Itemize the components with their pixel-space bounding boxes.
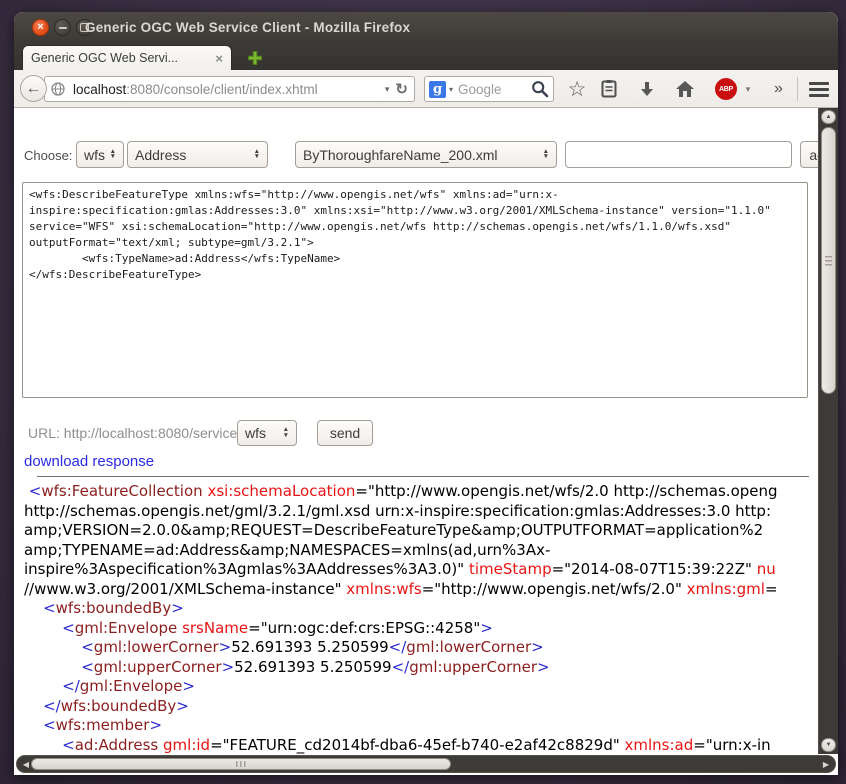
spinner-icon: ▲▼ bbox=[110, 150, 116, 160]
custom-request-input[interactable] bbox=[565, 141, 792, 168]
example-file-select[interactable]: ByThoroughfareName_200.xml ▲▼ bbox=[295, 141, 557, 168]
toolbar-separator bbox=[797, 77, 798, 101]
xml-line: //www.w3.org/2001/XMLSchema-instance" xm… bbox=[24, 580, 818, 600]
vertical-scrollbar-thumb[interactable] bbox=[821, 127, 836, 394]
home-icon[interactable] bbox=[673, 78, 697, 100]
page-content: Choose: wfs ▲▼ Address ▲▼ ByThoroughfare… bbox=[14, 108, 838, 775]
desktop-background: × Generic OGC Web Service Client - Mozil… bbox=[0, 0, 846, 784]
bookmark-star-icon[interactable]: ☆ bbox=[565, 78, 589, 100]
request-xml-textarea[interactable]: <wfs:DescribeFeatureType xmlns:wfs="http… bbox=[22, 182, 808, 398]
xml-line: </wfs:boundedBy> bbox=[24, 697, 818, 717]
xml-line: <wfs:boundedBy> bbox=[24, 599, 818, 619]
xml-line: </gml:Envelope> bbox=[24, 677, 818, 697]
back-arrow-icon: ← bbox=[26, 80, 42, 98]
feature-type-select[interactable]: Address ▲▼ bbox=[127, 141, 268, 168]
firefox-window: × Generic OGC Web Service Client - Mozil… bbox=[14, 12, 838, 775]
scroll-down-arrow-icon[interactable]: ▼ bbox=[821, 738, 836, 752]
url-bar[interactable]: localhost :8080/console/client/index.xht… bbox=[44, 76, 415, 102]
search-bar[interactable]: g ▾ bbox=[424, 76, 554, 102]
spinner-icon: ▲▼ bbox=[543, 150, 549, 160]
tab-title: Generic OGC Web Servi... bbox=[31, 51, 209, 65]
spinner-icon: ▲▼ bbox=[254, 150, 260, 160]
reload-icon[interactable]: ↻ bbox=[395, 82, 408, 97]
send-button[interactable]: send bbox=[317, 420, 373, 446]
search-engine-dropdown-icon[interactable]: ▾ bbox=[449, 85, 453, 94]
window-title: Generic OGC Web Service Client - Mozilla… bbox=[85, 12, 410, 42]
plus-icon bbox=[247, 50, 263, 66]
url-dropdown-icon[interactable]: ▾ bbox=[385, 84, 390, 95]
hamburger-menu-icon[interactable] bbox=[804, 78, 834, 100]
xml-line: amp;VERSION=2.0.0&amp;REQUEST=DescribeFe… bbox=[24, 521, 818, 541]
service-url-label: URL: http://localhost:8080/services/ bbox=[28, 425, 248, 441]
url-host: localhost bbox=[73, 82, 126, 97]
xml-line: <wfs:FeatureCollection xsi:schemaLocatio… bbox=[24, 482, 818, 502]
google-favicon: g bbox=[429, 81, 446, 98]
tab-bar: Generic OGC Web Servi... × bbox=[14, 42, 838, 70]
xml-line: <wfs:member> bbox=[24, 716, 818, 736]
vertical-scrollbar[interactable]: ▲ ▼ bbox=[818, 108, 838, 754]
xml-line: amp;TYPENAME=ad:Address&amp;NAMESPACES=x… bbox=[24, 541, 818, 561]
search-icon[interactable] bbox=[531, 80, 549, 98]
navigation-toolbar: ← localhost :8080/console/client/index.x… bbox=[14, 70, 838, 108]
window-titlebar[interactable]: × Generic OGC Web Service Client - Mozil… bbox=[14, 12, 838, 42]
adblock-plus-icon[interactable]: ABP bbox=[715, 78, 737, 100]
back-button[interactable]: ← bbox=[20, 75, 47, 102]
clipboard-icon bbox=[600, 79, 618, 99]
divider bbox=[37, 476, 809, 477]
scroll-up-arrow-icon[interactable]: ▲ bbox=[821, 110, 836, 124]
tab-generic-ogc[interactable]: Generic OGC Web Servi... × bbox=[22, 45, 232, 70]
globe-icon bbox=[50, 81, 66, 97]
xml-line: <gml:Envelope srsName="urn:ogc:def:crs:E… bbox=[24, 619, 818, 639]
search-input[interactable] bbox=[456, 81, 531, 98]
minimize-icon bbox=[59, 27, 67, 29]
window-close-button[interactable]: × bbox=[32, 19, 49, 36]
url-path: :8080/console/client/index.xhtml bbox=[126, 82, 379, 97]
close-icon: × bbox=[37, 22, 43, 33]
tab-close-icon[interactable]: × bbox=[215, 52, 223, 65]
new-tab-button[interactable] bbox=[244, 49, 266, 67]
window-minimize-button[interactable] bbox=[54, 19, 71, 36]
send-service-select[interactable]: wfs ▲▼ bbox=[237, 420, 297, 446]
download-response-link[interactable]: download response bbox=[24, 453, 154, 470]
xml-line: <gml:lowerCorner>52.691393 5.250599</gml… bbox=[24, 638, 818, 658]
response-xml: <wfs:FeatureCollection xsi:schemaLocatio… bbox=[24, 482, 818, 775]
scroll-right-arrow-icon[interactable]: ▶ bbox=[820, 758, 832, 770]
horizontal-scrollbar-thumb[interactable] bbox=[31, 758, 451, 770]
horizontal-scrollbar[interactable]: ◀ ▶ bbox=[16, 755, 836, 773]
choose-label: Choose: bbox=[24, 148, 72, 163]
overflow-chevron-icon[interactable]: » bbox=[766, 78, 790, 100]
bookmarks-menu-icon[interactable] bbox=[597, 78, 621, 100]
adblock-dropdown-icon[interactable]: ▾ bbox=[742, 78, 754, 100]
spinner-icon: ▲▼ bbox=[283, 428, 289, 438]
service-select[interactable]: wfs ▲▼ bbox=[76, 141, 124, 168]
xml-line: <gml:upperCorner>52.691393 5.250599</gml… bbox=[24, 658, 818, 678]
downloads-icon[interactable] bbox=[635, 78, 659, 100]
xml-line: http://schemas.opengis.net/gml/3.2.1/gml… bbox=[24, 502, 818, 522]
xml-line: inspire%3Aspecification%3Agmlas%3AAddres… bbox=[24, 560, 818, 580]
xml-line: <ad:Address gml:id="FEATURE_cd2014bf-dba… bbox=[24, 736, 818, 756]
